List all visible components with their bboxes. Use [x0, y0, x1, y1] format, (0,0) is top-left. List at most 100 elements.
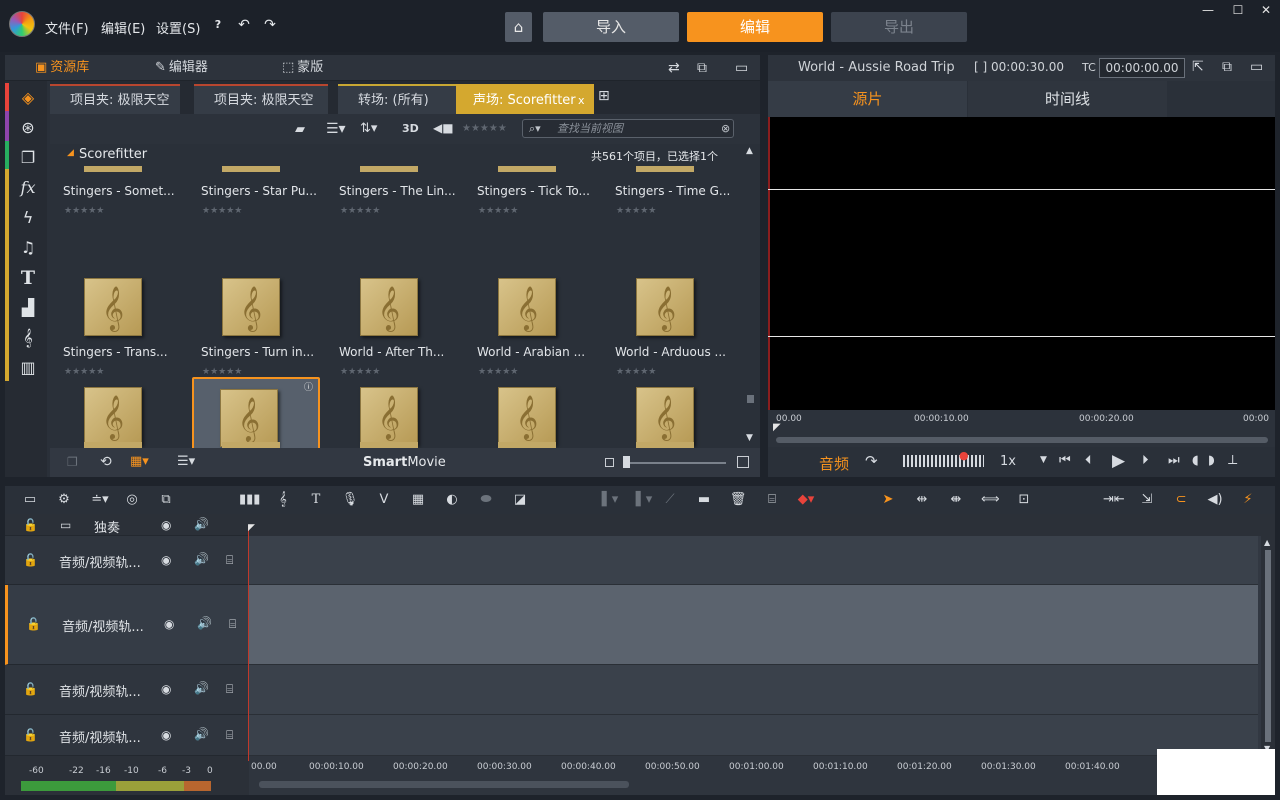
rating-stars[interactable]: ★★★★★ — [616, 206, 656, 216]
asset-item[interactable]: 𝄞 World - After Th... ★★★★★ — [332, 270, 458, 378]
monitor-icon[interactable]: ▭ — [60, 518, 71, 532]
layout-icon[interactable]: ▭ — [735, 55, 748, 81]
track-lane[interactable] — [249, 536, 1258, 585]
asset-item[interactable]: 𝄞World - Avenue...★★★★★ — [332, 379, 458, 448]
speaker-icon[interactable]: 🔊 — [194, 552, 209, 566]
timeline-vscroll[interactable]: ▲ ▼ — [1261, 536, 1275, 756]
timeline-playhead[interactable] — [248, 526, 249, 761]
select-arrow-icon[interactable]: ➤ — [879, 492, 897, 508]
scroll-up-icon[interactable]: ▲ — [746, 146, 753, 156]
camera-icon[interactable]: ⌸ — [226, 728, 233, 743]
asset-item[interactable]: 𝄞World - Arrival A...★★★★★ — [56, 379, 182, 448]
track-header[interactable]: 🔓 音频/视频轨... ◉ 🔊 ⌸ — [5, 585, 249, 665]
menu-edit[interactable]: 编辑(E) — [101, 18, 145, 37]
asset-item[interactable]: Stingers - Time G... ★★★★★ — [608, 166, 734, 226]
track-options-icon[interactable]: ≐▾ — [87, 492, 113, 508]
asset-item[interactable]: 𝄞World - Balmy Br...★★★★★ — [470, 379, 596, 448]
insert-mode-icon[interactable]: ⇲ — [1138, 492, 1156, 508]
close-icon[interactable]: ✕ — [1258, 3, 1274, 17]
fit-icon[interactable]: ⊡ — [1015, 492, 1033, 508]
list-view-icon[interactable]: ☰▾ — [326, 121, 346, 137]
shuttle-handle-icon[interactable]: ● — [959, 449, 969, 462]
popout-icon[interactable]: ⧉ — [697, 55, 707, 81]
tag-icon[interactable]: ◀■ — [433, 121, 454, 135]
grid-scrollbar[interactable]: ▲ ▼ — [742, 144, 760, 448]
split-clip-icon[interactable]: ▬ — [695, 492, 713, 508]
new-tab-icon[interactable]: ⊞ — [598, 88, 610, 104]
thumb-size-slider[interactable] — [624, 462, 726, 464]
storyboard-icon[interactable]: ⧉ — [157, 492, 175, 508]
player-ruler[interactable]: 00.00 00:00:10.00 00:00:20.00 00:00 ◤ — [768, 410, 1275, 447]
redo-icon[interactable]: ↷ — [262, 17, 278, 33]
camera-icon[interactable]: ⌸ — [229, 617, 236, 632]
scroll-down-icon[interactable]: ▼ — [746, 433, 753, 443]
eye-icon[interactable]: ◉ — [161, 728, 171, 742]
rating-filter[interactable]: ★★★★★ — [462, 123, 507, 134]
asset-item[interactable]: Stingers - Somet... ★★★★★ — [56, 166, 182, 226]
roll-trim-icon[interactable]: ⇼ — [947, 492, 965, 508]
track-lane[interactable] — [249, 585, 1258, 665]
go-end-icon[interactable]: ⏭ — [1168, 453, 1180, 468]
reel-icon[interactable]: ⊛ — [11, 114, 45, 142]
lock-all-icon[interactable]: 🔓 — [23, 518, 38, 532]
compress-icon[interactable]: ⇥⇤ — [1103, 492, 1125, 508]
info-icon[interactable]: ⓘ — [304, 380, 313, 393]
search-input[interactable]: ⌕▾ 查找当前视图 ⊗ — [522, 119, 734, 138]
split-icon[interactable]: ⟂ — [1228, 452, 1237, 468]
smartmovie-button[interactable]: SmartMovie — [363, 455, 446, 470]
speed-select[interactable]: 1x — [1000, 454, 1016, 469]
maximize-icon[interactable]: ☐ — [1230, 3, 1246, 17]
asset-item[interactable]: Stingers - Star Pu... ★★★★★ — [194, 166, 320, 226]
rating-stars[interactable]: ★★★★★ — [478, 206, 518, 216]
asset-item[interactable]: 𝄞 Stingers - Trans... ★★★★★ — [56, 270, 182, 378]
camera-icon[interactable]: ⌸ — [226, 682, 233, 697]
eye-icon[interactable]: ◉ — [161, 553, 171, 567]
timeline-hscroll[interactable] — [259, 781, 629, 788]
asset-item[interactable]: 𝄞World - Bangalor...★★★★★ — [608, 379, 734, 448]
timeline-settings-icon[interactable]: ▭ — [21, 492, 39, 508]
grid-view-icon[interactable]: ▦▾ — [130, 454, 149, 469]
ripple-trim-icon[interactable]: ⇹ — [913, 492, 931, 508]
speaker-icon[interactable]: 🔊 — [194, 727, 209, 741]
camera-icon[interactable]: ⌸ — [226, 553, 233, 568]
shuttle-control[interactable] — [903, 455, 984, 467]
audio-mixer-icon[interactable]: ▮▮▮ — [239, 492, 260, 508]
import-mode-button[interactable]: 导入 — [543, 12, 679, 42]
tab-project-bin-1[interactable]: 项目夹: 极限天空 — [50, 84, 180, 114]
scroll-thumb[interactable] — [747, 395, 754, 403]
mask-tab[interactable]: ⬚ 蒙版 — [282, 55, 323, 81]
motion-path-icon[interactable]: ᐯ — [375, 492, 393, 508]
jump-arrow-icon[interactable]: ↷ — [865, 452, 878, 470]
asset-item[interactable]: 𝄞 Stingers - Turn in... ★★★★★ — [194, 270, 320, 378]
asset-item[interactable]: Stingers - The Lin... ★★★★★ — [332, 166, 458, 226]
rating-stars[interactable]: ★★★★★ — [64, 367, 104, 377]
piano-icon[interactable]: ▥ — [11, 354, 45, 382]
library-tab[interactable]: ▣ 资源库 — [35, 55, 89, 81]
player-layout-icon[interactable]: ▭ — [1250, 59, 1263, 75]
detail-view-icon[interactable]: ☰▾ — [177, 454, 195, 469]
title-text-icon[interactable]: T — [11, 264, 45, 292]
track-header[interactable]: 🔓 音频/视频轨... ◉ 🔊 ⌸ — [5, 715, 249, 756]
magic-wand-icon[interactable]: ⚡ — [1239, 492, 1257, 508]
app-logo-icon[interactable] — [9, 11, 35, 37]
editor-tab[interactable]: ✎ 编辑器 — [155, 55, 208, 81]
magnet-icon[interactable]: ⊂ — [1172, 492, 1190, 508]
minimize-icon[interactable]: — — [1200, 3, 1216, 17]
refresh-icon[interactable]: ⟲ — [100, 454, 112, 470]
montage-icon[interactable]: ▟ — [11, 294, 45, 322]
track-lane[interactable] — [249, 715, 1258, 756]
asset-item[interactable]: 𝄞 World - Arabian ... ★★★★★ — [470, 270, 596, 378]
speaker-icon[interactable]: 🔊 — [197, 616, 212, 630]
tab-timeline[interactable]: 时间线 — [968, 81, 1167, 117]
fx-icon[interactable]: fx — [11, 174, 45, 202]
eye-icon[interactable]: ◉ — [161, 682, 171, 696]
lock-icon[interactable]: 🔓 — [23, 553, 38, 567]
gear-icon[interactable]: ⚙ — [55, 492, 73, 508]
disc-icon[interactable]: ◎ — [123, 492, 141, 508]
eye-icon[interactable]: ◉ — [164, 617, 174, 631]
marker-icon[interactable]: ◆▾ — [793, 492, 819, 508]
home-button[interactable]: ⌂ — [505, 12, 532, 42]
multicam-icon[interactable]: ▦ — [409, 492, 427, 508]
rating-stars[interactable]: ★★★★★ — [478, 367, 518, 377]
menu-file[interactable]: 文件(F) — [45, 18, 89, 37]
